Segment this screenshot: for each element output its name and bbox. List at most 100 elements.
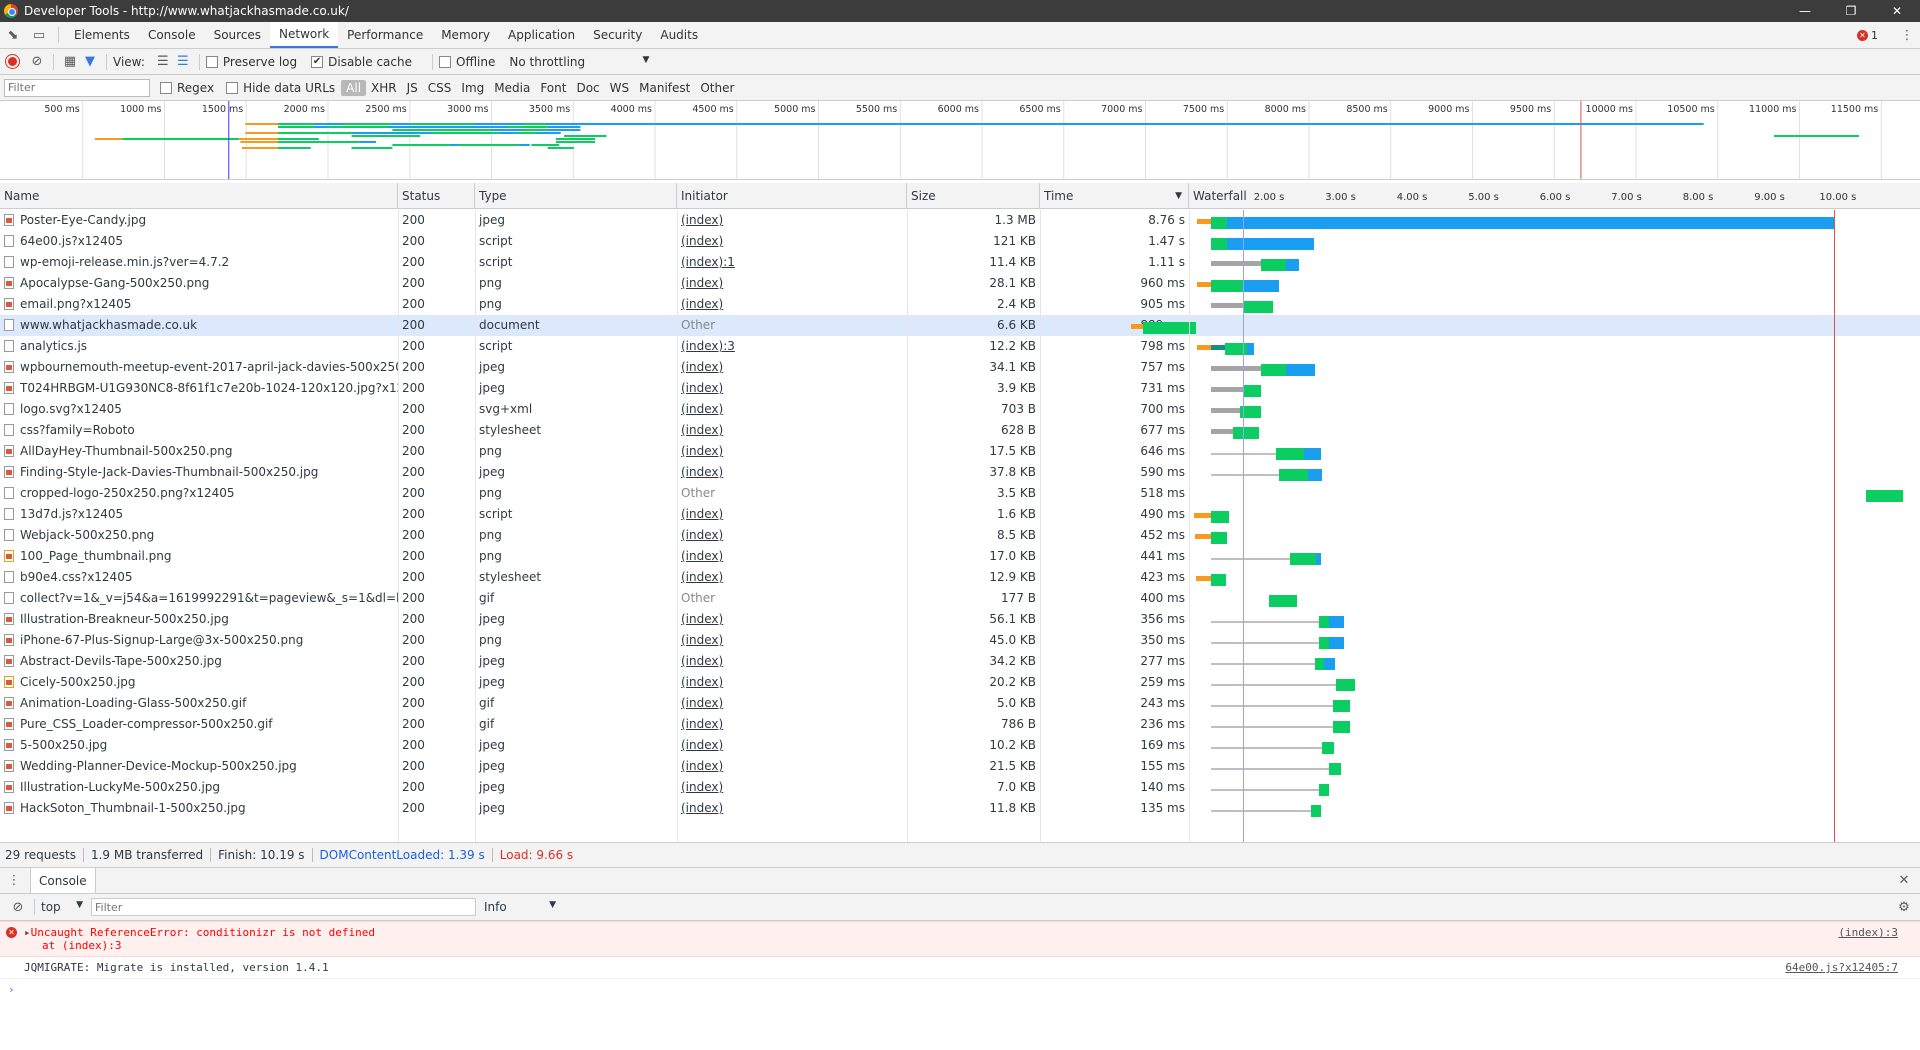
regex-checkbox[interactable]: Regex — [160, 81, 214, 95]
initiator-link[interactable]: (index) — [681, 213, 723, 227]
filter-input[interactable] — [4, 78, 150, 97]
minimize-button[interactable]: — — [1782, 0, 1828, 22]
column-status[interactable]: Status — [398, 183, 475, 209]
console-prompt[interactable]: › — [0, 979, 1920, 1000]
log-level-select[interactable]: Info ▼ — [484, 900, 556, 914]
table-row[interactable]: Finding-Style-Jack-Davies-Thumbnail-500x… — [0, 462, 1920, 483]
record-button[interactable] — [6, 55, 19, 68]
initiator-link[interactable]: (index) — [681, 381, 723, 395]
table-row[interactable]: Cicely-500x250.jpg 200 jpeg (index) 20.2 KB 2… — [0, 672, 1920, 693]
table-row[interactable]: 64e00.js?x12405 200 script (index) 121 KB 1.4… — [0, 231, 1920, 252]
initiator-link[interactable]: (index) — [681, 402, 723, 416]
table-row[interactable]: Abstract-Devils-Tape-500x250.jpg 200 jpeg (… — [0, 651, 1920, 672]
clear-console-icon[interactable]: ⊘ — [8, 897, 28, 917]
initiator-link[interactable]: (index) — [681, 276, 723, 290]
filter-type-xhr[interactable]: XHR — [366, 80, 402, 96]
table-row[interactable]: Illustration-Breakneur-500x250.jpg 200 jpe… — [0, 609, 1920, 630]
console-source-link[interactable]: (index):3 — [1838, 926, 1898, 939]
device-toolbar-icon[interactable]: ▭ — [26, 22, 52, 48]
clear-icon[interactable]: ⊘ — [27, 52, 47, 72]
tab-security[interactable]: Security — [584, 22, 651, 48]
table-row[interactable]: Webjack-500x250.png 200 png (index) 8.5 KB 45… — [0, 525, 1920, 546]
drawer-tab-console[interactable]: Console — [30, 868, 96, 893]
table-row[interactable]: analytics.js 200 script (index):3 12.2 KB 798… — [0, 336, 1920, 357]
filter-type-font[interactable]: Font — [535, 80, 571, 96]
table-row[interactable]: HackSoton_Thumbnail-1-500x250.jpg 200 jpeg… — [0, 798, 1920, 819]
console-source-link[interactable]: 64e00.js?x12405:7 — [1785, 961, 1898, 974]
table-row[interactable]: wpbournemouth-meetup-event-2017-april-ja… — [0, 357, 1920, 378]
column-initiator[interactable]: Initiator — [677, 183, 907, 209]
initiator-link[interactable]: (index) — [681, 654, 723, 668]
context-select[interactable]: top ▼ — [41, 900, 83, 914]
tab-console[interactable]: Console — [139, 22, 205, 48]
maximize-button[interactable]: ❐ — [1828, 0, 1874, 22]
table-row[interactable]: 5-500x250.jpg 200 jpeg (index) 10.2 KB 169 ms — [0, 735, 1920, 756]
table-row[interactable]: Wedding-Planner-Device-Mockup-500x250.jp… — [0, 756, 1920, 777]
preserve-log-checkbox[interactable]: Preserve log — [205, 55, 297, 69]
table-row[interactable]: css?family=Roboto 200 stylesheet (index) 628… — [0, 420, 1920, 441]
initiator-link[interactable]: (index) — [681, 570, 723, 584]
inspect-element-icon[interactable]: ⬊ — [0, 22, 26, 48]
regex-box[interactable] — [160, 81, 172, 94]
table-row[interactable]: Pure_CSS_Loader-compressor-500x250.gif 20… — [0, 714, 1920, 735]
close-drawer-icon[interactable]: ✕ — [1894, 871, 1914, 891]
throttling-select[interactable]: No throttling ▼ — [509, 55, 649, 69]
capture-screenshots-icon[interactable]: ▦ — [60, 52, 80, 72]
offline-checkbox[interactable]: Offline — [439, 55, 495, 69]
initiator-link[interactable]: (index):3 — [681, 339, 735, 353]
console-filter-input[interactable] — [91, 898, 476, 916]
table-row[interactable]: www.whatjackhasmade.co.uk 200 document Othe… — [0, 315, 1920, 336]
tab-performance[interactable]: Performance — [338, 22, 432, 48]
initiator-link[interactable]: (index) — [681, 801, 723, 815]
initiator-link[interactable]: (index) — [681, 360, 723, 374]
initiator-link[interactable]: (index) — [681, 717, 723, 731]
initiator-link[interactable]: (index) — [681, 234, 723, 248]
more-options-icon[interactable]: ⋮ — [1894, 28, 1920, 43]
tab-audits[interactable]: Audits — [651, 22, 707, 48]
initiator-link[interactable]: (index) — [681, 759, 723, 773]
initiator-link[interactable]: (index) — [681, 633, 723, 647]
initiator-link[interactable]: (index) — [681, 297, 723, 311]
table-row[interactable]: Illustration-LuckyMe-500x250.jpg 200 jpeg (… — [0, 777, 1920, 798]
initiator-link[interactable]: (index) — [681, 696, 723, 710]
filter-type-css[interactable]: CSS — [423, 80, 457, 96]
initiator-link[interactable]: (index) — [681, 780, 723, 794]
filter-icon[interactable]: ▼ — [80, 52, 100, 72]
table-row[interactable]: AllDayHey-Thumbnail-500x250.png 200 png (in… — [0, 441, 1920, 462]
hide-data-urls-checkbox[interactable]: Hide data URLs — [226, 81, 335, 95]
tab-application[interactable]: Application — [499, 22, 584, 48]
tab-memory[interactable]: Memory — [432, 22, 499, 48]
tab-sources[interactable]: Sources — [205, 22, 270, 48]
table-row[interactable]: Apocalypse-Gang-500x250.png 200 png (index)… — [0, 273, 1920, 294]
table-row[interactable]: 100_Page_thumbnail.png 200 png (index) 17.0 … — [0, 546, 1920, 567]
tab-network[interactable]: Network — [270, 22, 339, 48]
console-settings-icon[interactable]: ⚙ — [1894, 897, 1914, 917]
initiator-link[interactable]: (index) — [681, 444, 723, 458]
expand-triangle-icon[interactable]: ▸ — [24, 926, 31, 939]
table-row[interactable]: cropped-logo-250x250.png?x12405 200 png Oth… — [0, 483, 1920, 504]
overview-icon[interactable]: ☰ — [173, 52, 193, 72]
table-row[interactable]: T024HRBGM-U1G930NC8-8f61f1c7e20b-1024-12… — [0, 378, 1920, 399]
table-row[interactable]: wp-emoji-release.min.js?ver=4.7.2 200 scri… — [0, 252, 1920, 273]
table-row[interactable]: collect?v=1&_v=j54&a=1619992291&t=pagevi… — [0, 588, 1920, 609]
initiator-link[interactable]: (index) — [681, 423, 723, 437]
initiator-link[interactable]: (index) — [681, 738, 723, 752]
initiator-link[interactable]: (index) — [681, 675, 723, 689]
initiator-link[interactable]: (index) — [681, 465, 723, 479]
filter-type-doc[interactable]: Doc — [571, 80, 604, 96]
filter-type-media[interactable]: Media — [489, 80, 535, 96]
preserve-log-box[interactable] — [205, 55, 218, 68]
filter-type-all[interactable]: All — [341, 79, 367, 96]
table-row[interactable]: email.png?x12405 200 png (index) 2.4 KB 905 m… — [0, 294, 1920, 315]
column-time[interactable]: Time ▼ — [1040, 183, 1189, 209]
filter-type-img[interactable]: Img — [456, 80, 489, 96]
filter-type-other[interactable]: Other — [695, 80, 739, 96]
tab-elements[interactable]: Elements — [65, 22, 139, 48]
close-window-button[interactable]: ✕ — [1874, 0, 1920, 22]
initiator-link[interactable]: (index) — [681, 507, 723, 521]
large-rows-icon[interactable]: ☰ — [153, 52, 173, 72]
hide-data-urls-box[interactable] — [226, 81, 239, 94]
filter-type-js[interactable]: JS — [402, 80, 423, 96]
table-row[interactable]: iPhone-67-Plus-Signup-Large@3x-500x250.p… — [0, 630, 1920, 651]
table-row[interactable]: logo.svg?x12405 200 svg+xml (index) 703 B 700… — [0, 399, 1920, 420]
